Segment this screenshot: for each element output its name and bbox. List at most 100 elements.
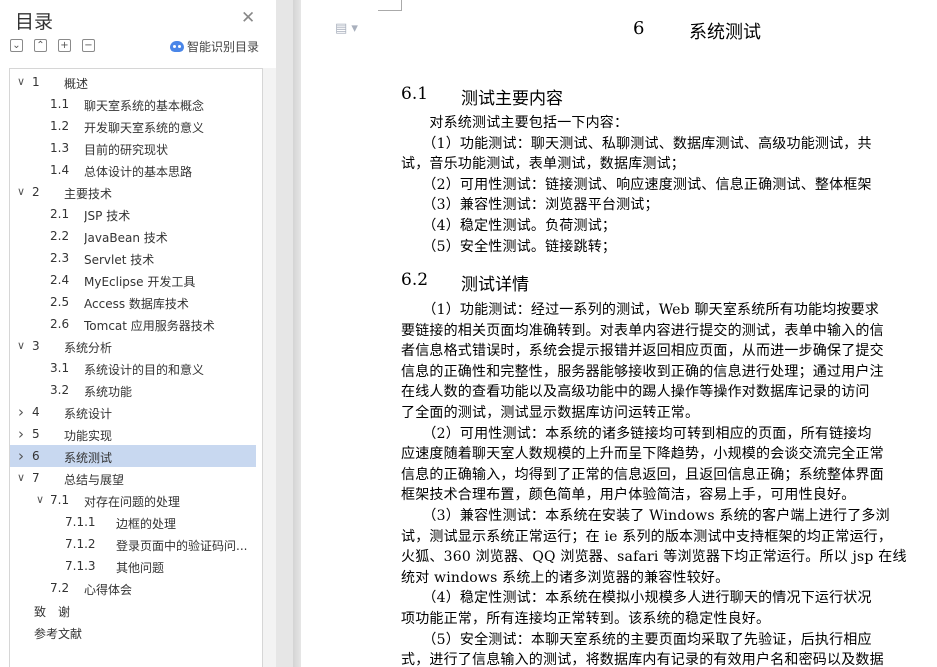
text-line: 了全面的测试，测试显示数据库访问运转正常。 [401, 404, 700, 421]
toc-item[interactable]: 5 功能实现 [10, 423, 256, 445]
toc-item[interactable]: 2.1 JSP 技术 [10, 203, 256, 225]
toc-item-label: 参考文献 [34, 627, 83, 641]
toc-item-number: 6 [32, 449, 40, 463]
document-icon[interactable]: ▤ ▾ [335, 21, 358, 36]
toc-item[interactable]: 7.1.1 边框的处理 [10, 511, 256, 533]
text-line: （2）可用性测试：链接测试、响应速度测试、信息正确测试、整体框架 [401, 176, 872, 193]
toc-item[interactable]: 7.1 对存在问题的处理 [10, 489, 256, 511]
toc-item[interactable]: 1.4 总体设计的基本思路 [10, 159, 256, 181]
toc-item[interactable]: 2.3 Servlet 技术 [10, 247, 256, 269]
chevron-down-icon[interactable] [15, 181, 27, 203]
smart-recognize-label: 智能识别目录 [187, 40, 260, 54]
toc-item[interactable]: 3.2 系统功能 [10, 379, 256, 401]
toc-item-label: Servlet 技术 [84, 253, 155, 267]
toc-item[interactable]: 7.1.3 其他问题 [10, 555, 256, 577]
text-line: 框架技术合理布置，颜色简单，用户体验简洁，容易上手，可用性良好。 [401, 487, 856, 504]
toc-item-number: 7.2 [50, 581, 70, 595]
chevron-down-icon[interactable] [15, 467, 27, 489]
toc-item[interactable]: 1.3 目前的研究现状 [10, 137, 256, 159]
toc-item[interactable]: 2 主要技术 [10, 181, 256, 203]
sidebar-title: 目录 [15, 11, 54, 33]
toc-item-number: 7.1 [50, 493, 70, 507]
section-6-2-body: （1）功能测试：经过一系列的测试，Web 聊天室系统所有功能均按要求 要链接的相关… [401, 300, 907, 667]
toc-item-number: 2.2 [50, 229, 70, 243]
toc-item-number: 2.3 [50, 251, 70, 265]
text-line: 在线人数的查看功能以及高级功能中的踢人操作等操作对数据库记录的访问 [401, 384, 870, 401]
toc-item-label: Access 数据库技术 [84, 297, 189, 311]
toc-item-number: 3.1 [50, 361, 70, 375]
smart-recognize-button[interactable]: 智能识别目录 [170, 38, 259, 55]
toc-item[interactable]: 3 系统分析 [10, 335, 256, 357]
toc-item[interactable]: 致 谢 [10, 599, 256, 621]
text-line: 应速度随着聊天室人数规模的上升而呈下降趋势，小规模的会谈交流完全正常 [401, 446, 884, 463]
document-area: ▤ ▾ 6 系统测试 6.1 测试主要内容 对系统测试主要包括一下内容： （1）… [276, 0, 937, 667]
section-6-2-heading: 6.2 测试详情 [401, 270, 701, 295]
text-line: （5）安全测试：本聊天室系统的主要页面均采取了先验证，后执行相应 [401, 631, 872, 648]
chevron-right-icon[interactable] [15, 423, 27, 445]
toc-item[interactable]: 7.1.2 登录页面中的验证码问... [10, 533, 256, 555]
toc-item-label: 系统测试 [64, 451, 113, 465]
toc-item[interactable]: 1.1 聊天室系统的基本概念 [10, 93, 256, 115]
toc-item-label: 其他问题 [116, 561, 165, 575]
section-6-1-body: 对系统测试主要包括一下内容： （1）功能测试：聊天测试、私聊测试、数据库测试、高… [401, 113, 872, 257]
add-heading-icon[interactable]: + [58, 39, 71, 52]
toc-item-label: 致 谢 [34, 605, 71, 619]
toc-item-label: JavaBean 技术 [84, 231, 168, 245]
toc-item-number: 1.3 [50, 141, 70, 155]
toc-item-label: 功能实现 [64, 429, 113, 443]
toc-item[interactable]: 1 概述 [10, 71, 256, 93]
toc-item-number: 1.4 [50, 163, 70, 177]
text-line: （1）功能测试：聊天测试、私聊测试、数据库测试、高级功能测试，共 [401, 135, 872, 152]
chevron-down-icon[interactable] [15, 335, 27, 357]
text-line: （5）安全性测试。链接跳转； [401, 238, 617, 255]
section-number: 6.1 [401, 84, 429, 104]
toc-item[interactable]: 参考文献 [10, 621, 256, 643]
toc-item[interactable]: 7 总结与展望 [10, 467, 256, 489]
text-line: 试，音乐功能测试，表单测试，数据库测试； [401, 156, 685, 173]
document-page[interactable]: ▤ ▾ 6 系统测试 6.1 测试主要内容 对系统测试主要包括一下内容： （1）… [301, 0, 937, 667]
toc-item-label: 系统设计的目的和意义 [84, 363, 205, 377]
toc-item[interactable]: 2.6 Tomcat 应用服务器技术 [10, 313, 256, 335]
toc-item-label: 对存在问题的处理 [84, 495, 181, 509]
collapse-all-icon[interactable]: ⌃ [34, 39, 47, 52]
text-line: （3）兼容性测试：本系统在安装了 Windows 系统的客户端上进行了多浏 [401, 507, 890, 524]
close-icon[interactable]: ✕ [241, 8, 255, 28]
text-line: （4）稳定性测试：本系统在模拟小规模多人进行聊天的情况下运行状况 [401, 590, 872, 607]
toc-item[interactable]: 2.5 Access 数据库技术 [10, 291, 256, 313]
toc-item-label: 聊天室系统的基本概念 [84, 99, 205, 113]
toc-item-number: 1 [32, 75, 40, 89]
text-line: （1）功能测试：经过一系列的测试，Web 聊天室系统所有功能均按要求 [401, 302, 880, 318]
expand-all-icon[interactable]: ⌄ [10, 39, 23, 52]
text-line: （3）兼容性测试：浏览器平台测试； [401, 197, 659, 214]
toc-item-label: 目前的研究现状 [84, 143, 169, 157]
chevron-right-icon[interactable] [15, 445, 27, 467]
toc-item-number: 3.2 [50, 383, 70, 397]
toc-item[interactable]: 7.2 心得体会 [10, 577, 256, 599]
toc-item[interactable]: 6 系统测试 [10, 445, 256, 467]
chevron-right-icon[interactable] [15, 401, 27, 423]
remove-heading-icon[interactable]: − [82, 39, 95, 52]
toc-item[interactable]: 1.2 开发聊天室系统的意义 [10, 115, 256, 137]
section-6-1-heading: 6.1 测试主要内容 [401, 84, 701, 109]
toc-item[interactable]: 2.4 MyEclipse 开发工具 [10, 269, 256, 291]
toc-item-number: 2.4 [50, 273, 70, 287]
text-line: 信息的正确性和完整性，服务器能够接收到正确的信息进行处理；通过用户注 [401, 363, 884, 380]
toc-item[interactable]: 4 系统设计 [10, 401, 256, 423]
toc-scrollbar[interactable] [263, 68, 276, 667]
text-line: （4）稳定性测试。负荷测试； [401, 217, 617, 234]
page-shadow [293, 0, 301, 667]
toc-item-label: 边框的处理 [116, 517, 177, 531]
toc-item[interactable]: 3.1 系统设计的目的和意义 [10, 357, 256, 379]
text-line: 信息的正确输入，均得到了正常的信息返回，且返回信息正确；系统整体界面 [401, 466, 884, 483]
toc-item-number: 2.1 [50, 207, 70, 221]
chevron-down-icon[interactable] [15, 71, 27, 93]
toc-item-number: 2 [32, 185, 40, 199]
chevron-down-icon[interactable] [34, 489, 46, 511]
text-line: 者信息格式错误时，系统会提示报错并返回相应页面，从而进一步确保了提交 [401, 343, 884, 360]
toc-item-label: 系统功能 [84, 385, 133, 399]
toc-item-number: 7.1.3 [65, 559, 96, 573]
toc-item[interactable]: 2.2 JavaBean 技术 [10, 225, 256, 247]
toc-item-label: 开发聊天室系统的意义 [84, 121, 205, 135]
section-number: 6.2 [401, 270, 429, 290]
section-title: 测试详情 [461, 275, 529, 295]
